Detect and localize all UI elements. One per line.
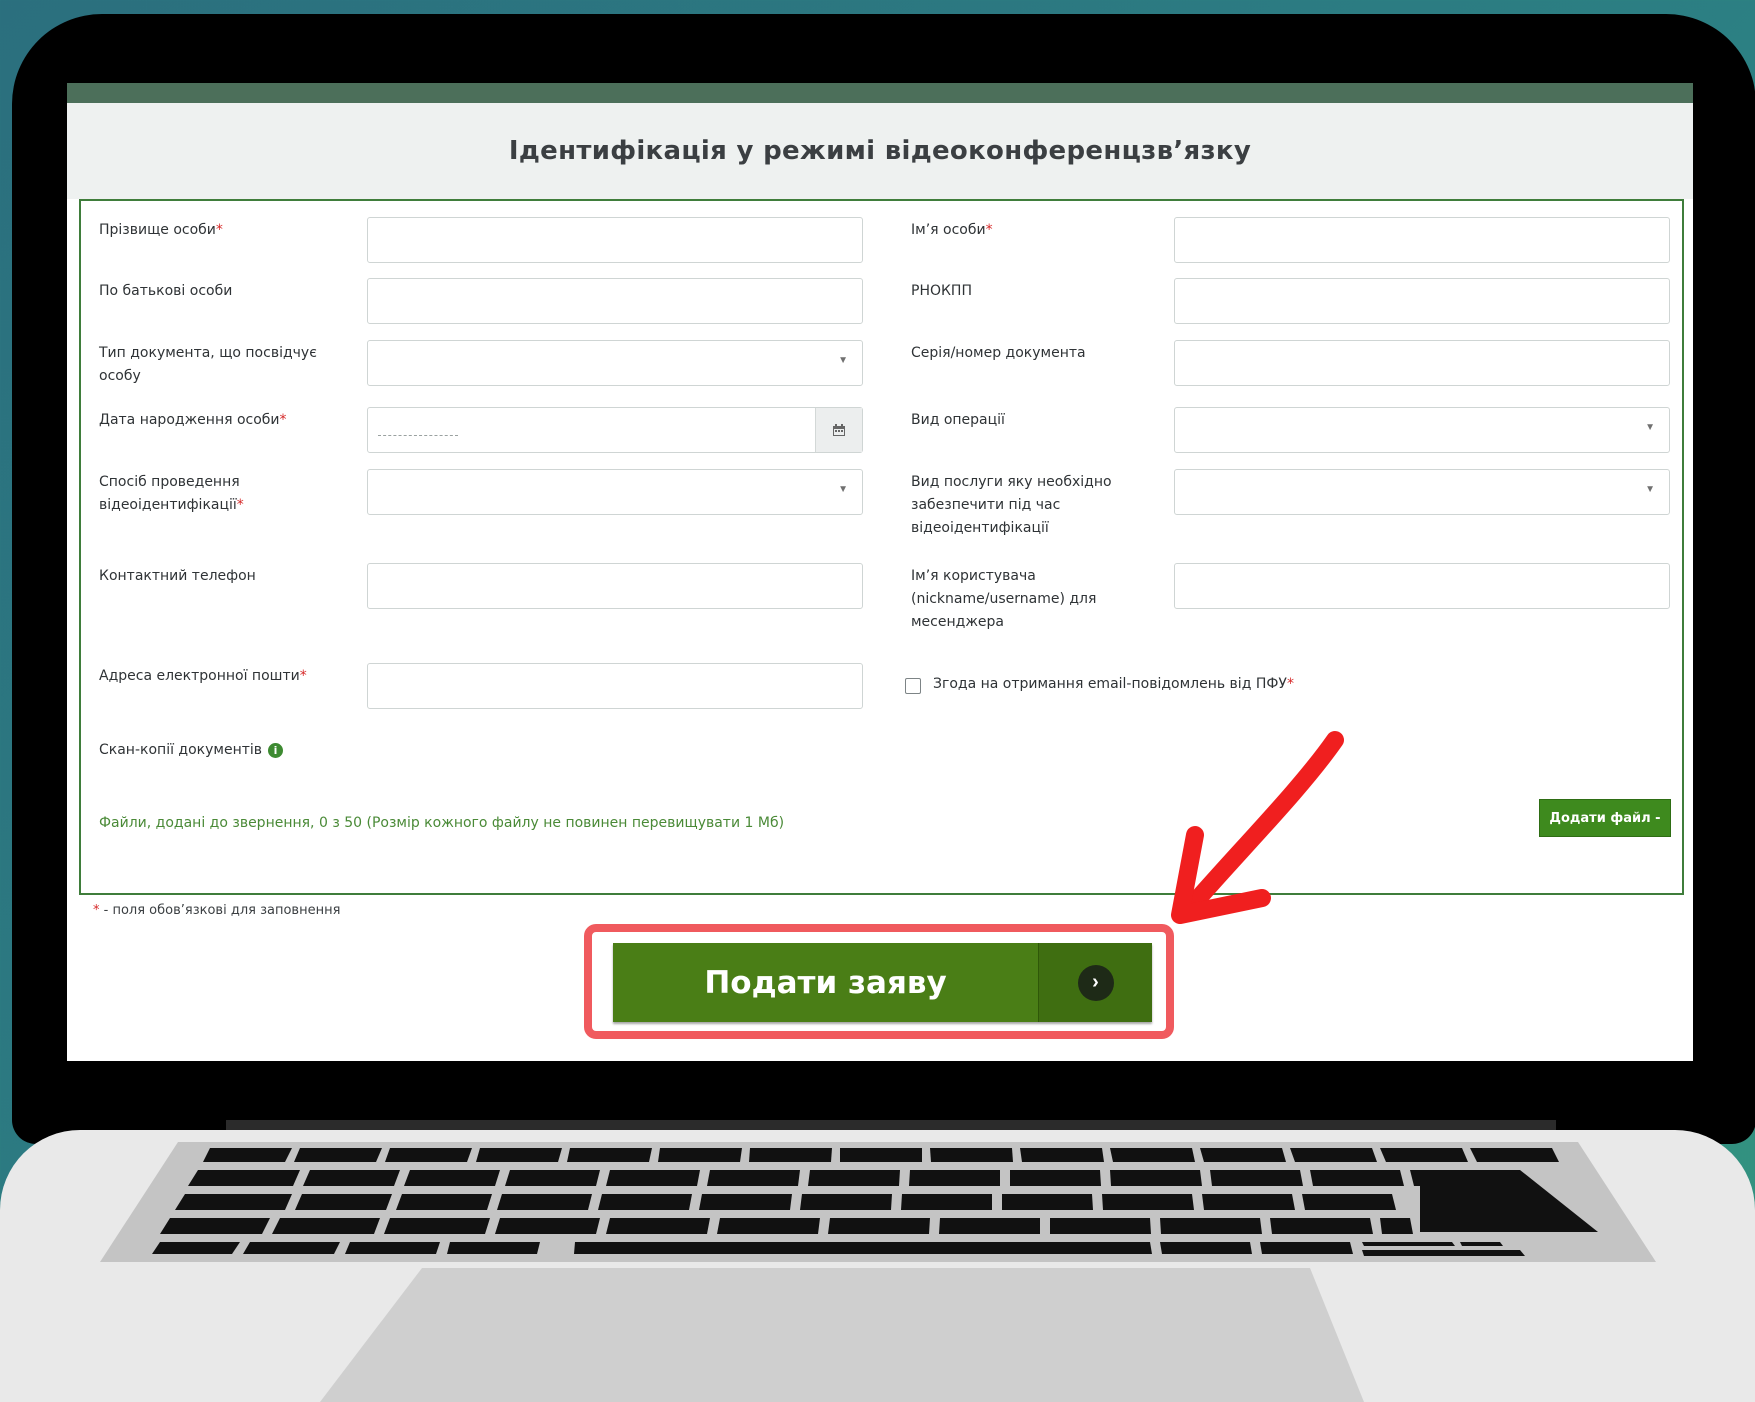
trackpad xyxy=(320,1268,1364,1402)
